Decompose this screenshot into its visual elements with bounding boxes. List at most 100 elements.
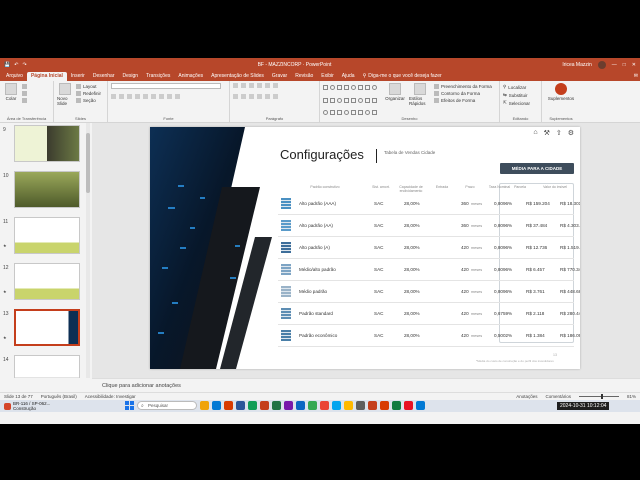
select-button[interactable]: ⇱ Selecionar	[503, 100, 530, 106]
shape-fill-button[interactable]: Preenchimento da Forma	[434, 84, 492, 89]
slide-editor[interactable]: ⌂ ⚒ ⇧ ⚙ Configurações Tabela de Vendas Cida…	[92, 123, 640, 378]
format-painter-icon[interactable]	[22, 98, 27, 103]
taskbar-app-icon[interactable]	[224, 401, 233, 410]
settings-icon[interactable]: ⚙	[568, 129, 574, 137]
taskbar-app-icon[interactable]	[284, 401, 293, 410]
home-icon[interactable]: ⌂	[533, 129, 537, 137]
shape-icon[interactable]	[323, 97, 328, 103]
shape-icon[interactable]	[344, 97, 349, 103]
tab-8[interactable]: Gravar	[268, 72, 291, 81]
tab-2[interactable]: Inserir	[67, 72, 89, 81]
case-icon[interactable]	[159, 94, 164, 99]
shape-icon[interactable]	[372, 85, 377, 90]
bullets-icon[interactable]	[233, 83, 238, 88]
layout-button[interactable]: Layout	[76, 84, 101, 89]
shape-icon[interactable]	[330, 110, 335, 116]
notes-button[interactable]: Anotações	[516, 394, 537, 399]
shape-icon[interactable]	[372, 110, 377, 116]
taskbar-app-icon[interactable]	[248, 401, 257, 410]
align-center-icon[interactable]	[241, 94, 246, 99]
minimize-icon[interactable]: —	[612, 62, 617, 68]
shape-icon[interactable]	[365, 110, 370, 116]
taskbar-app-icon[interactable]	[380, 401, 389, 410]
shape-icon[interactable]	[372, 97, 377, 103]
zoom-slider[interactable]	[578, 394, 619, 399]
tab-9[interactable]: Revisão	[291, 72, 317, 81]
slide-thumbnail[interactable]	[14, 217, 80, 254]
shape-icon[interactable]	[337, 85, 342, 90]
tab-1[interactable]: Página Inicial	[26, 72, 67, 81]
undo-icon[interactable]: ↶	[14, 62, 18, 68]
accessibility-status[interactable]: Acessibilidade: Investigar	[85, 394, 136, 399]
copy-icon[interactable]	[22, 91, 27, 96]
taskbar-app-icon[interactable]	[308, 401, 317, 410]
tab-7[interactable]: Apresentação de Slides	[207, 72, 268, 81]
find-button[interactable]: ⚲ Localizar	[503, 84, 530, 90]
spacing-icon[interactable]	[151, 94, 156, 99]
save-icon[interactable]: 💾	[4, 62, 10, 68]
redo-icon[interactable]: ↷	[22, 62, 26, 68]
reset-button[interactable]: Redefinir	[76, 91, 101, 96]
scrollbar-thumb[interactable]	[86, 133, 90, 193]
shape-icon[interactable]	[351, 85, 356, 90]
shape-icon[interactable]	[330, 97, 335, 103]
zoom-level[interactable]: 81%	[627, 394, 636, 399]
shape-icon[interactable]	[365, 97, 370, 103]
taskbar-search[interactable]: Pesquisar	[137, 401, 197, 410]
shape-icon[interactable]	[337, 97, 342, 103]
shape-icon[interactable]	[365, 85, 370, 90]
slide-thumbnail[interactable]	[14, 263, 80, 300]
tell-me-search[interactable]: ⚲ Diga-me o que você deseja fazer	[359, 72, 446, 81]
columns-icon[interactable]	[273, 83, 278, 88]
taskbar-app-icon[interactable]	[260, 401, 269, 410]
shape-effects-button[interactable]: Efeitos de Forma	[434, 98, 492, 103]
taskbar-app-icon[interactable]	[368, 401, 377, 410]
taskbar-app-icon[interactable]	[272, 401, 281, 410]
taskbar-app-icon[interactable]	[416, 401, 425, 410]
shape-icon[interactable]	[351, 97, 356, 103]
slide-thumbnail[interactable]	[14, 355, 80, 378]
slide-thumbnail[interactable]	[14, 171, 80, 208]
taskbar-app-icon[interactable]	[344, 401, 353, 410]
shadow-icon[interactable]	[143, 94, 148, 99]
replace-button[interactable]: ⇆ Substituir	[503, 92, 530, 98]
share-icon[interactable]: ⇧	[556, 129, 562, 137]
shape-icon[interactable]	[330, 85, 335, 90]
taskbar-app-icon[interactable]	[320, 401, 329, 410]
cut-icon[interactable]	[22, 84, 27, 89]
clock[interactable]: 2024-10-31 10:12:04	[557, 402, 610, 410]
language[interactable]: Português (Brasil)	[41, 394, 77, 399]
wrench-icon[interactable]: ⚒	[544, 129, 550, 137]
tab-4[interactable]: Design	[119, 72, 143, 81]
smartart-icon[interactable]	[273, 94, 278, 99]
line-spacing-icon[interactable]	[265, 83, 270, 88]
shape-outline-button[interactable]: Contorno da Forma	[434, 91, 492, 96]
maximize-icon[interactable]: □	[623, 62, 626, 68]
avatar[interactable]	[597, 60, 606, 69]
align-right-icon[interactable]	[249, 94, 254, 99]
indent-increase-icon[interactable]	[257, 83, 262, 88]
text-direction-icon[interactable]	[265, 94, 270, 99]
tab-5[interactable]: Transições	[142, 72, 174, 81]
align-left-icon[interactable]	[233, 94, 238, 99]
taskbar-app-icon[interactable]	[296, 401, 305, 410]
tab-11[interactable]: Ajuda	[338, 72, 359, 81]
font-name-input[interactable]	[111, 83, 221, 89]
shape-icon[interactable]	[344, 85, 349, 90]
numbering-icon[interactable]	[241, 83, 246, 88]
section-button[interactable]: Seção	[76, 98, 101, 103]
windows-start-icon[interactable]	[125, 401, 134, 410]
taskbar-app-icon[interactable]	[392, 401, 401, 410]
current-slide[interactable]: ⌂ ⚒ ⇧ ⚙ Configurações Tabela de Vendas Cida…	[150, 127, 580, 369]
taskbar-app-icon[interactable]	[332, 401, 341, 410]
shape-icon[interactable]	[358, 85, 363, 90]
shape-icon[interactable]	[358, 97, 363, 103]
underline-icon[interactable]	[127, 94, 132, 99]
close-icon[interactable]: ✕	[632, 62, 636, 68]
taskbar-app-icon[interactable]	[404, 401, 413, 410]
shape-icon[interactable]	[337, 110, 342, 116]
italic-icon[interactable]	[119, 94, 124, 99]
slide-thumbnail[interactable]	[14, 125, 80, 162]
taskbar-app-icon[interactable]	[356, 401, 365, 410]
tab-10[interactable]: Exibir	[317, 72, 338, 81]
